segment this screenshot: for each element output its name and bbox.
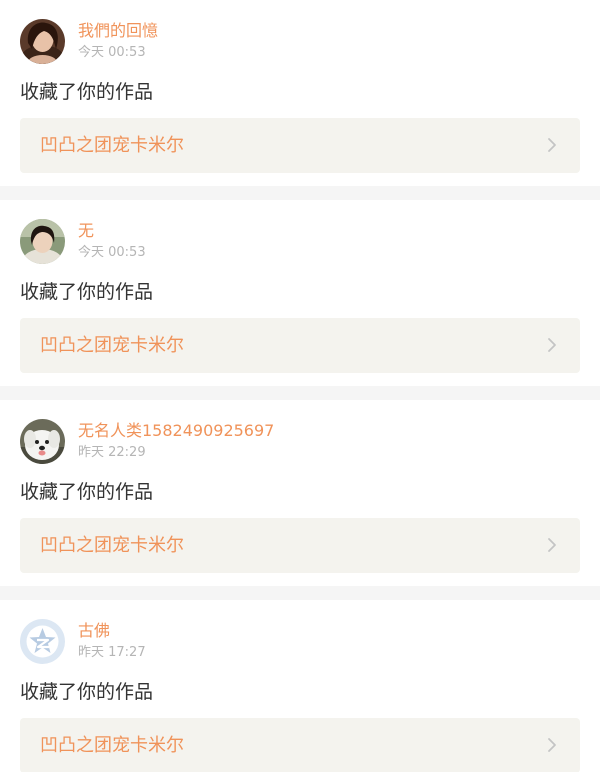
action-text: 收藏了你的作品 [20,481,154,503]
username[interactable]: 无 [78,221,94,241]
chevron-right-icon [544,137,560,153]
user-avatar[interactable] [20,219,65,264]
chevron-right-icon [544,337,560,353]
username[interactable]: 古佛 [78,621,110,641]
timestamp: 今天 00:53 [78,245,146,260]
notification-item: 无名人类1582490925697 昨天 22:29 收藏了你的作品 凹凸之团宠… [0,400,600,586]
timestamp: 昨天 17:27 [78,645,146,660]
avatar-photo-icon [20,219,65,264]
work-link[interactable]: 凹凸之团宠卡米尔 [20,318,580,373]
work-title: 凹凸之团宠卡米尔 [40,135,184,156]
action-text: 收藏了你的作品 [20,81,154,103]
notification-item: 古佛 昨天 17:27 收藏了你的作品 凹凸之团宠卡米尔 [0,600,600,772]
work-title: 凹凸之团宠卡米尔 [40,335,184,356]
avatar-photo-icon [20,19,65,64]
work-title: 凹凸之团宠卡米尔 [40,735,184,756]
default-avatar-icon [20,619,65,664]
username[interactable]: 无名人类1582490925697 [78,421,274,441]
notification-item: 无 今天 00:53 收藏了你的作品 凹凸之团宠卡米尔 [0,200,600,386]
timestamp: 昨天 22:29 [78,445,146,460]
notification-item: 我們的回憶 今天 00:53 收藏了你的作品 凹凸之团宠卡米尔 [0,0,600,186]
action-text: 收藏了你的作品 [20,681,154,703]
user-avatar[interactable] [20,619,65,664]
work-link[interactable]: 凹凸之团宠卡米尔 [20,118,580,173]
timestamp: 今天 00:53 [78,45,146,60]
username[interactable]: 我們的回憶 [78,21,158,41]
notification-feed: 我們的回憶 今天 00:53 收藏了你的作品 凹凸之团宠卡米尔 无 今天 00:… [0,0,600,772]
chevron-right-icon [544,737,560,753]
work-title: 凹凸之团宠卡米尔 [40,535,184,556]
avatar-photo-icon [20,419,65,464]
user-avatar[interactable] [20,419,65,464]
chevron-right-icon [544,537,560,553]
action-text: 收藏了你的作品 [20,281,154,303]
work-link[interactable]: 凹凸之团宠卡米尔 [20,718,580,772]
user-avatar[interactable] [20,19,65,64]
work-link[interactable]: 凹凸之团宠卡米尔 [20,518,580,573]
